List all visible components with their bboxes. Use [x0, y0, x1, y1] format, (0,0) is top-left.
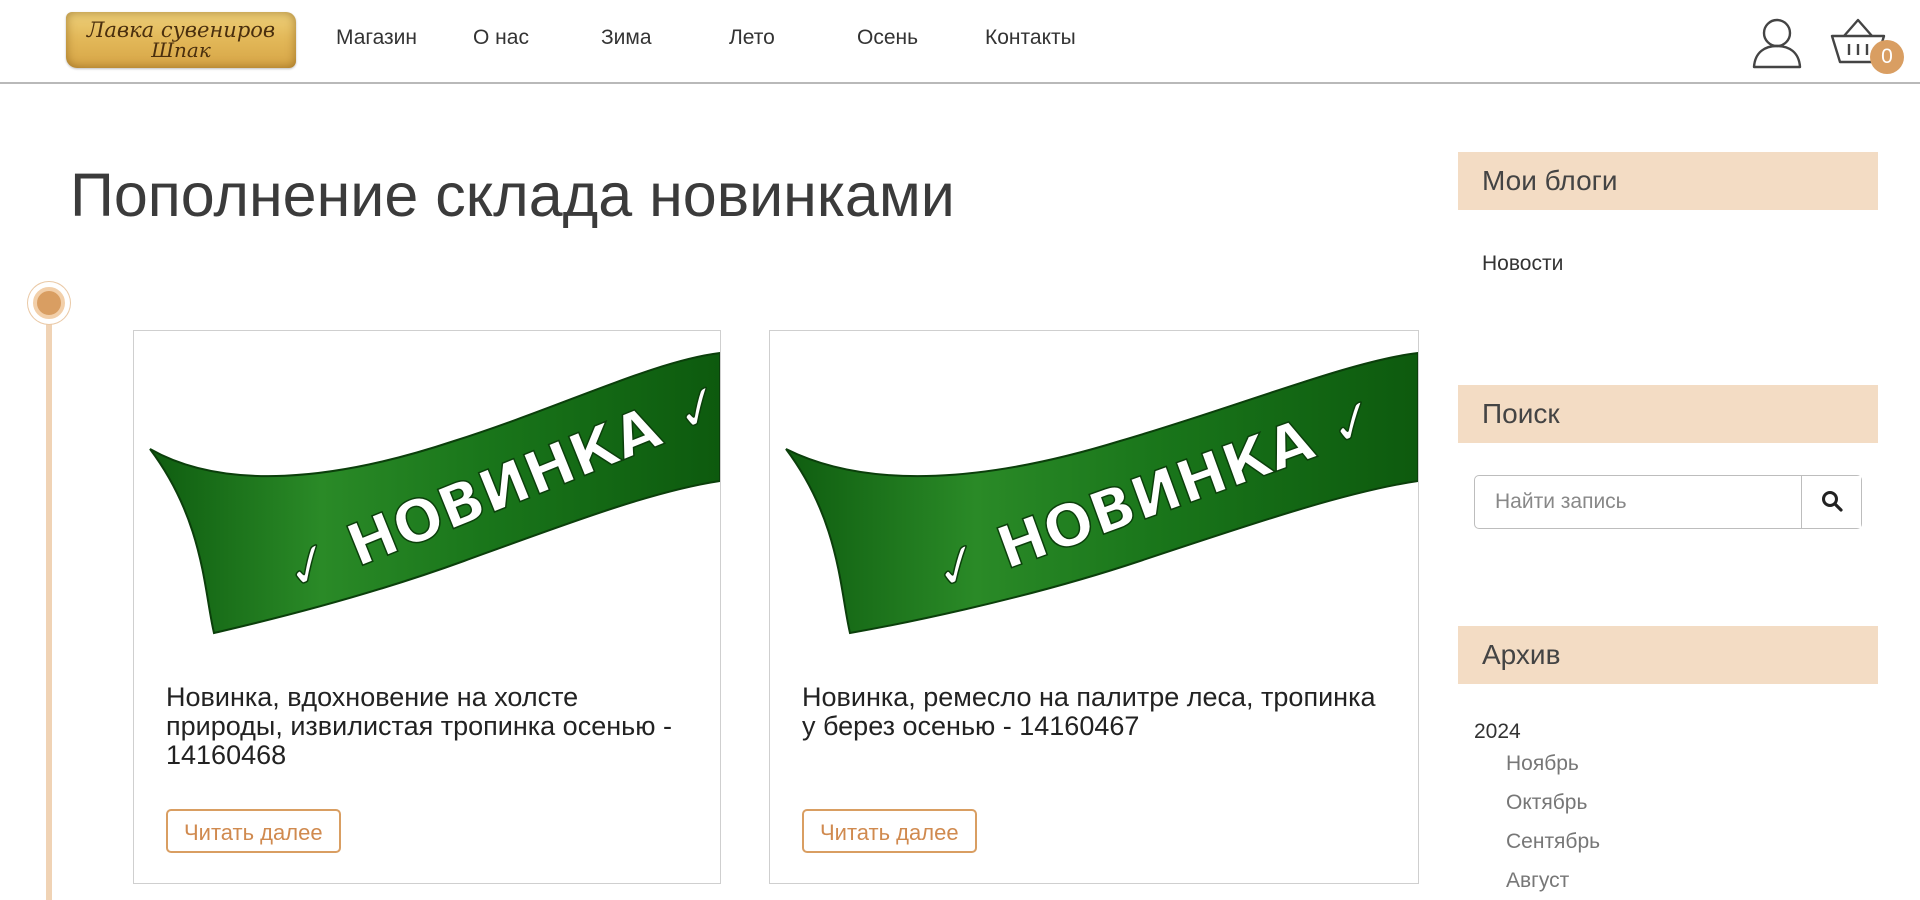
search-form: [1474, 475, 1862, 529]
site-header: Лавка сувениров Шпак Магазин О нас Зима …: [0, 0, 1920, 84]
nav-item-autumn[interactable]: Осень: [857, 26, 918, 50]
archive-month-link[interactable]: Сентябрь: [1506, 830, 1600, 854]
site-logo[interactable]: Лавка сувениров Шпак: [66, 12, 296, 68]
nav-item-winter[interactable]: Зима: [601, 26, 652, 50]
timeline-dot: [28, 282, 70, 324]
blog-link-news[interactable]: Новости: [1482, 252, 1563, 276]
search-icon: [1821, 490, 1843, 512]
nav-item-about[interactable]: О нас: [473, 26, 529, 50]
read-more-button[interactable]: Читать далее: [166, 809, 341, 853]
archive-month-link[interactable]: Август: [1506, 869, 1569, 893]
post-card: ✓ НОВИНКА ✓ Новинка, ремесло на палитре …: [769, 330, 1419, 884]
archive-year[interactable]: 2024: [1474, 720, 1521, 744]
archive-month-link[interactable]: Октябрь: [1506, 791, 1587, 815]
widget-title-archive: Архив: [1458, 626, 1878, 684]
nav-item-summer[interactable]: Лето: [729, 26, 775, 50]
user-icon[interactable]: [1751, 16, 1803, 70]
search-input[interactable]: [1475, 476, 1801, 528]
post-card: ✓ НОВИНКА ✓ Новинка, вдохновение на холс…: [133, 330, 721, 884]
post-title[interactable]: Новинка, ремесло на палитре леса, тропин…: [802, 683, 1394, 741]
timeline-line: [46, 300, 52, 900]
page-title: Пополнение склада новинками: [70, 161, 955, 229]
widget-title-search: Поиск: [1458, 385, 1878, 443]
cart-count-badge[interactable]: 0: [1870, 40, 1904, 74]
post-title[interactable]: Новинка, вдохновение на холсте природы, …: [166, 683, 696, 770]
search-button[interactable]: [1801, 476, 1861, 528]
widget-title-blogs: Мои блоги: [1458, 152, 1878, 210]
post-image-new-banner[interactable]: ✓ НОВИНКА ✓: [134, 331, 720, 661]
nav-item-shop[interactable]: Магазин: [336, 26, 417, 50]
logo-text-line2: Шпак: [151, 38, 211, 62]
archive-month-link[interactable]: Ноябрь: [1506, 752, 1579, 776]
read-more-button[interactable]: Читать далее: [802, 809, 977, 853]
nav-item-contacts[interactable]: Контакты: [985, 26, 1076, 50]
post-image-new-banner[interactable]: ✓ НОВИНКА ✓: [770, 331, 1418, 661]
